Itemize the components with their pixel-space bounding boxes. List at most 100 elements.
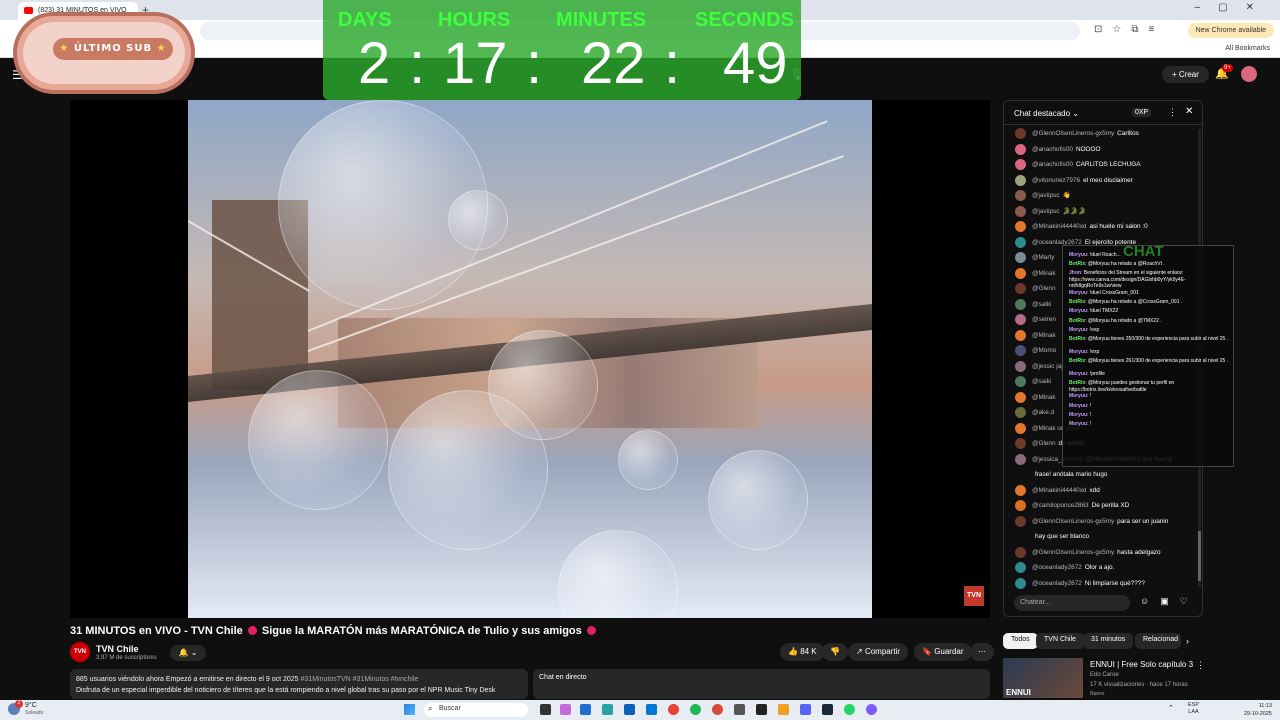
chat-author[interactable]: @GlennOlsenLineros-gx5my: [1032, 130, 1114, 137]
chat-avatar[interactable]: [1015, 500, 1026, 511]
chat-author[interactable]: @saiki: [1032, 378, 1051, 385]
chat-avatar[interactable]: [1015, 345, 1026, 356]
user-avatar[interactable]: [1241, 66, 1257, 82]
chat-avatar[interactable]: [1015, 236, 1026, 248]
chat-author[interactable]: @Minak: [1032, 270, 1056, 277]
chat-avatar[interactable]: [1015, 391, 1026, 403]
chat-author[interactable]: @Minak: [1032, 332, 1056, 339]
new-chrome-button[interactable]: New Chrome available: [1187, 23, 1274, 38]
store-icon[interactable]: [624, 704, 635, 715]
windows-start-icon[interactable]: [404, 704, 415, 715]
steam-icon[interactable]: [822, 704, 833, 715]
chat-avatar[interactable]: [1015, 143, 1026, 155]
chat-author[interactable]: @Minakini44440xd: [1032, 487, 1086, 494]
whatsapp-icon[interactable]: [844, 704, 855, 715]
chat-avatar[interactable]: [1015, 562, 1026, 573]
chat-avatar[interactable]: [1015, 298, 1026, 310]
chat-avatar[interactable]: [1015, 422, 1026, 434]
chat-author[interactable]: @javiipsc: [1032, 208, 1059, 215]
clock[interactable]: 11:13 29-10-2025: [1232, 702, 1272, 718]
chevron-right-icon[interactable]: ›: [1186, 636, 1189, 646]
chat-author[interactable]: @anachofis00: [1032, 146, 1073, 153]
share-button[interactable]: ↗ Compartir: [848, 643, 909, 661]
terminal-icon[interactable]: [756, 704, 767, 715]
spotify-icon[interactable]: [690, 704, 701, 715]
chat-avatar[interactable]: [1015, 252, 1026, 263]
system-tray-icons[interactable]: ⌃: [1168, 704, 1178, 712]
chat-author[interactable]: @javiipsc: [1032, 192, 1059, 199]
app-icon[interactable]: [778, 704, 789, 715]
like-button[interactable]: 👍 84 K: [780, 643, 825, 661]
chat-input[interactable]: Chatear...: [1014, 595, 1130, 611]
chat-author[interactable]: @GlennOlsenLineros-gx5my: [1032, 518, 1114, 525]
save-button[interactable]: 🔖 Guardar: [914, 643, 972, 661]
more-actions-button[interactable]: ⋯: [970, 643, 994, 661]
taskbar-search[interactable]: Buscar: [424, 703, 528, 717]
chat-avatar[interactable]: [1015, 329, 1026, 341]
chat-avatar[interactable]: [1015, 283, 1026, 294]
chat-avatar[interactable]: [1015, 484, 1026, 496]
chat-avatar[interactable]: [1015, 128, 1026, 139]
chat-author[interactable]: @Glenn: [1032, 440, 1056, 447]
chat-avatar[interactable]: [1015, 546, 1026, 558]
description-box[interactable]: 885 usuarios viéndolo ahora Empezó a emi…: [70, 669, 528, 699]
chat-author[interactable]: @camiloponce2863: [1032, 502, 1089, 509]
video-frame[interactable]: [188, 100, 872, 618]
all-bookmarks-button[interactable]: All Bookmarks: [1225, 45, 1270, 52]
close-icon[interactable]: ✕: [1185, 106, 1193, 117]
xp-badge[interactable]: 0XP: [1132, 108, 1152, 117]
chat-author[interactable]: @GlennOlsenLineros-gx5my: [1032, 549, 1114, 556]
chat-avatar[interactable]: [1015, 267, 1026, 279]
chat-avatar[interactable]: [1015, 190, 1026, 201]
task-view-icon[interactable]: [540, 704, 551, 715]
chat-author[interactable]: @Momo: [1032, 347, 1056, 354]
app-icon[interactable]: [734, 704, 745, 715]
more-vert-icon[interactable]: ⋮: [1168, 107, 1177, 118]
chat-author[interactable]: @oceanlady2672: [1032, 580, 1082, 587]
channel-avatar[interactable]: TVN: [70, 642, 90, 662]
window-controls[interactable]: –▢✕: [1195, 2, 1272, 13]
edge-icon[interactable]: [602, 704, 613, 715]
chip-todos[interactable]: Todos: [1003, 633, 1038, 649]
notification-bell-button[interactable]: 🔔 ⌄: [170, 645, 206, 661]
chrome-icon[interactable]: [712, 704, 723, 715]
recommendation-title[interactable]: ENNUI | Free Solo capítulo 3: [1090, 660, 1193, 669]
toolbar-icons[interactable]: ⊡☆⧉≡: [1094, 24, 1164, 35]
chat-avatar[interactable]: [1015, 438, 1026, 449]
chat-author[interactable]: @ake.d: [1032, 409, 1054, 416]
chat-scroll-thumb[interactable]: [1198, 531, 1201, 581]
chat-avatar[interactable]: [1015, 577, 1026, 589]
chat-author[interactable]: @oceanlady2672: [1032, 564, 1082, 571]
chat-author[interactable]: @Marty: [1032, 254, 1054, 261]
create-button[interactable]: + Crear: [1162, 66, 1209, 83]
folder-icon[interactable]: [580, 704, 591, 715]
dislike-button[interactable]: 👎: [822, 643, 848, 661]
chat-action-icons[interactable]: ☺▣♡: [1140, 596, 1199, 607]
app-icon[interactable]: [866, 704, 877, 715]
chat-author[interactable]: @Glenn: [1032, 285, 1056, 292]
chat-author[interactable]: @Minak: [1032, 394, 1056, 401]
chat-avatar[interactable]: [1015, 159, 1026, 170]
chip-relacionados[interactable]: Relacionad: [1135, 633, 1181, 649]
chat-avatar[interactable]: [1015, 174, 1026, 186]
chat-author[interactable]: @anachofis00: [1032, 161, 1073, 168]
chat-avatar[interactable]: [1015, 407, 1026, 418]
chat-mode-dropdown[interactable]: Chat destacado ⌄: [1014, 109, 1079, 118]
chat-avatar[interactable]: [1015, 360, 1026, 372]
chip-31-minutos[interactable]: 31 minutos: [1083, 633, 1134, 649]
live-chat-replay-bar[interactable]: Chat en directo: [533, 669, 990, 699]
chat-avatar[interactable]: [1015, 314, 1026, 325]
chat-avatar[interactable]: [1015, 205, 1026, 217]
chat-author[interactable]: @vitonunez7976: [1032, 177, 1080, 184]
video-player[interactable]: TVN: [70, 100, 990, 618]
language-indicator[interactable]: ESP LAA: [1188, 702, 1199, 716]
chat-avatar[interactable]: [1015, 221, 1026, 232]
chat-avatar[interactable]: [1015, 515, 1026, 527]
outlook-icon[interactable]: [646, 704, 657, 715]
chip-tvn-chile[interactable]: TVN Chile: [1036, 633, 1084, 649]
chat-author[interactable]: @salki: [1032, 301, 1051, 308]
chat-author[interactable]: @Minakini44440xd: [1032, 223, 1086, 230]
copilot-icon[interactable]: [560, 704, 571, 715]
chat-avatar[interactable]: [1015, 376, 1026, 387]
chat-author[interactable]: @selren: [1032, 316, 1056, 323]
